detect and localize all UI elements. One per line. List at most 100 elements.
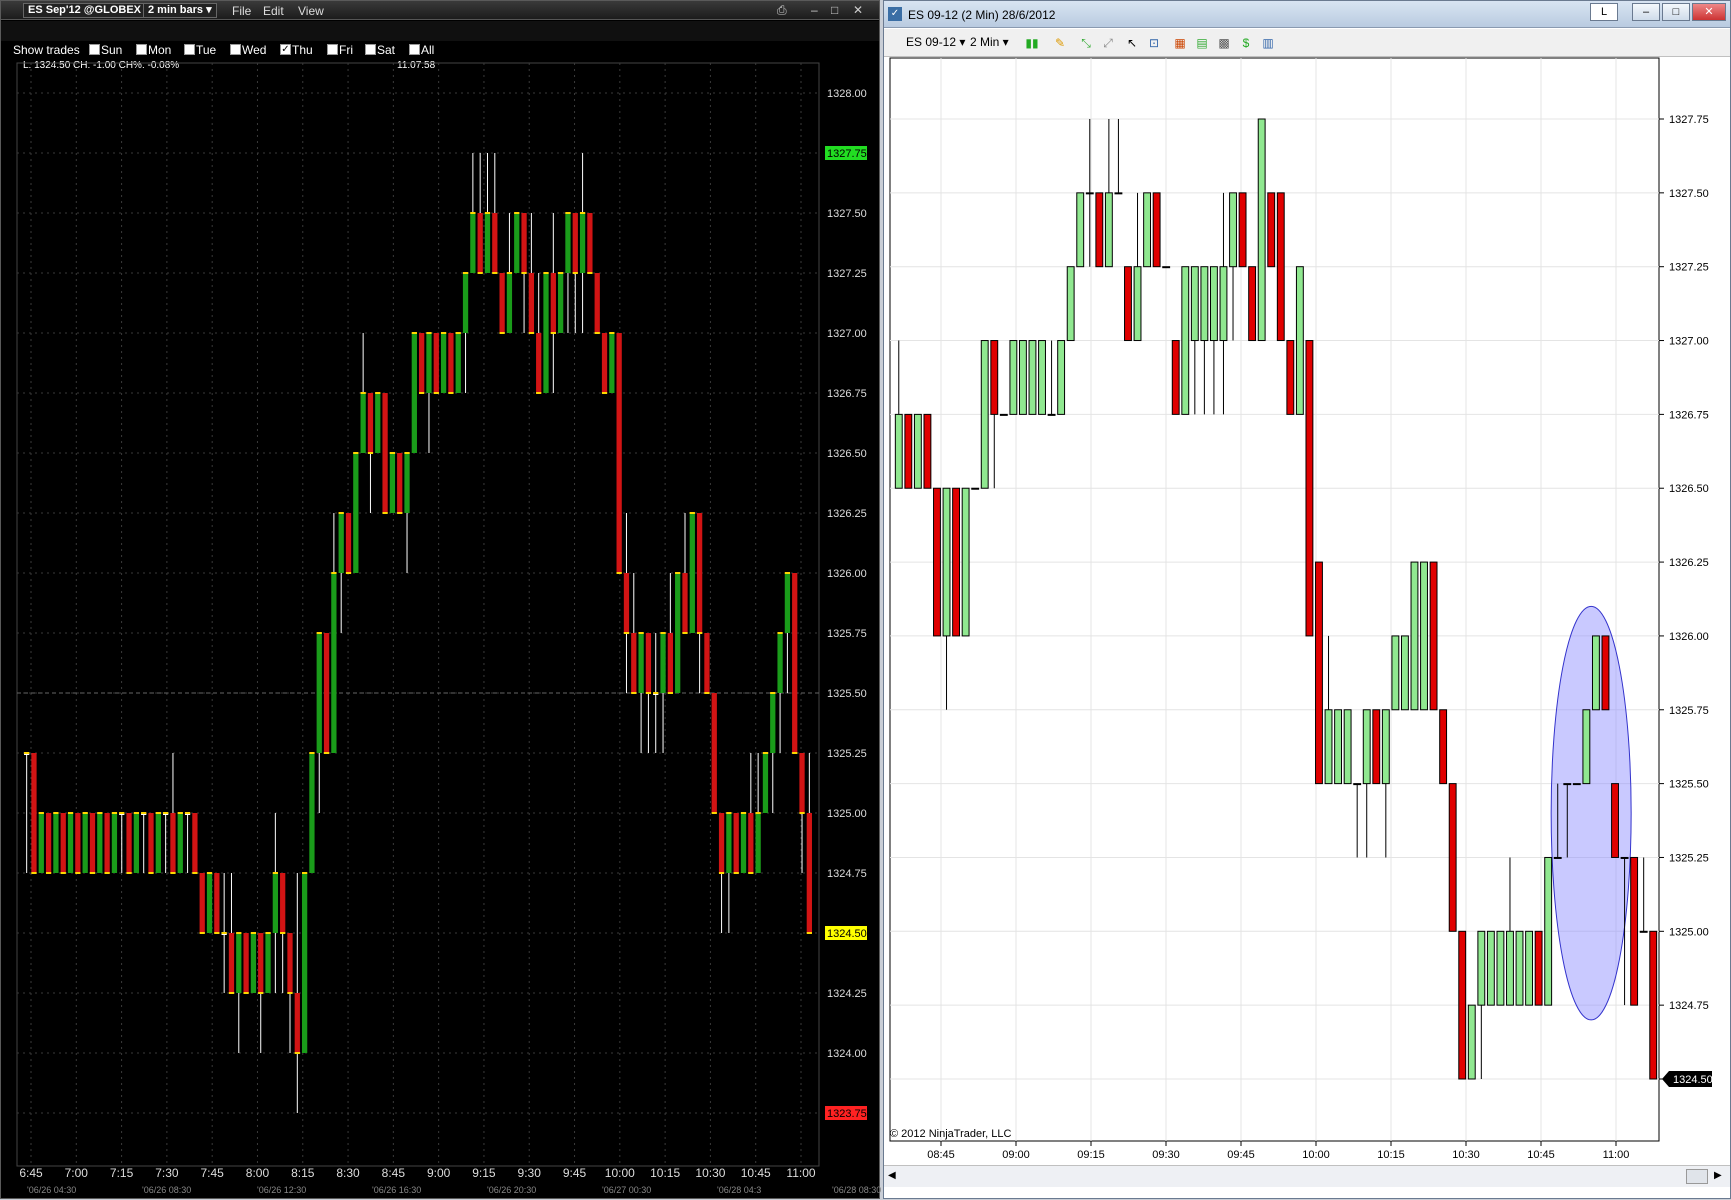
candle-body: [440, 333, 447, 393]
date-label: '06/28 04:3: [717, 1185, 761, 1195]
left-chart-window: ES Sep'12 @GLOBEX ▾ 2 min bars ▾ File Ed…: [0, 0, 881, 1200]
y-tick-label: 1327.75: [1669, 114, 1709, 126]
candle-body: [170, 813, 176, 873]
candle-body: [360, 393, 366, 453]
candle-body: [971, 487, 980, 490]
candle-body: [755, 813, 761, 873]
candle-body: [477, 213, 483, 273]
candle-body: [338, 513, 344, 573]
candle-body: [1563, 783, 1572, 786]
y-tick-label: 1326.00: [827, 568, 867, 580]
candle-body: [514, 213, 520, 273]
candle-body: [999, 413, 1008, 416]
y-tick-label: 1327.50: [1669, 188, 1709, 200]
candle-body: [89, 813, 96, 873]
x-tick-label: 8:30: [336, 1166, 360, 1180]
candle-body: [1515, 930, 1524, 1006]
y-tick-label: 1325.25: [827, 748, 867, 760]
candle-body: [53, 813, 59, 873]
x-tick-label: 09:30: [1152, 1149, 1180, 1161]
candle-body: [448, 333, 454, 393]
price-tag-label: 1327.75: [827, 148, 867, 160]
candle-body: [316, 633, 322, 753]
candle-body: [933, 487, 941, 637]
candle-body: [331, 573, 337, 753]
candle-body: [718, 813, 725, 873]
candle-body: [1085, 192, 1094, 195]
scroll-right-icon[interactable]: ▶: [1714, 1170, 1722, 1181]
candle-body: [470, 213, 476, 273]
candle-body: [258, 933, 264, 993]
x-tick-label: 9:30: [518, 1166, 542, 1180]
candle-body: [1630, 856, 1639, 1006]
candle-body: [762, 753, 769, 813]
x-tick-label: 8:00: [246, 1166, 270, 1180]
candle-body: [1209, 266, 1218, 342]
x-tick-label: 10:45: [741, 1166, 771, 1180]
candle-body: [913, 413, 922, 489]
y-tick-label: 1327.50: [827, 208, 867, 220]
candle-body: [792, 573, 798, 753]
candle-body: [784, 573, 791, 633]
candle-body: [148, 813, 154, 873]
candle-body: [1047, 413, 1056, 416]
candle-body: [711, 693, 717, 813]
y-tick-label: 1326.00: [1669, 631, 1709, 643]
candle-body: [733, 813, 739, 873]
candle-body: [294, 993, 300, 1053]
candle-body: [536, 333, 542, 393]
candle-body: [521, 213, 527, 273]
candle-body: [1372, 709, 1381, 785]
candle-body: [426, 333, 432, 393]
y-tick-label: 1326.25: [827, 508, 867, 520]
left-price-chart[interactable]: 1328.00 1327.75 1327.50 1327.25 1327.00 1326.…: [1, 1, 881, 1200]
candle-body: [1152, 192, 1161, 268]
candle-body: [1429, 561, 1438, 711]
x-tick-label: 9:00: [427, 1166, 451, 1180]
candle-body: [97, 813, 103, 873]
right-price-chart[interactable]: 1327.75 1327.50 1327.25 1327.00 1326.75 1326.…: [884, 1, 1731, 1200]
candle-body: [31, 753, 37, 873]
date-label: '06/26 08:30: [142, 1185, 191, 1195]
y-tick-label: 1325.75: [827, 628, 867, 640]
y-tick-label: 1325.25: [1669, 852, 1709, 864]
candle-body: [1018, 340, 1027, 415]
scroll-left-icon[interactable]: ◀: [888, 1170, 896, 1181]
candle-body: [60, 813, 66, 873]
candle-body: [1391, 635, 1400, 711]
candle-body: [904, 413, 913, 489]
highlight-ellipse: [1550, 605, 1632, 1021]
y-tick-label: 1324.00: [827, 1048, 867, 1060]
candle-body: [799, 753, 805, 813]
candle-body: [1133, 266, 1142, 342]
x-tick-label: 11:00: [786, 1166, 815, 1180]
candle-body: [1439, 709, 1448, 785]
candle-body: [689, 513, 695, 633]
scroll-thumb[interactable]: [1686, 1169, 1708, 1184]
candle-body: [1534, 930, 1543, 1006]
candle-body: [923, 413, 932, 489]
candle-body: [579, 213, 586, 273]
candle-body: [1257, 118, 1266, 342]
candle-body: [345, 513, 352, 573]
candle-body: [1028, 340, 1037, 415]
date-label: '06/26 16:30: [372, 1185, 421, 1195]
candle-body: [616, 333, 622, 573]
candle-body: [111, 813, 118, 873]
candle-body: [704, 633, 710, 693]
x-tick-label: 10:30: [695, 1166, 725, 1180]
candle-body: [645, 633, 652, 693]
x-tick-label: 7:15: [110, 1166, 134, 1180]
candle-body: [601, 333, 608, 393]
y-tick-label: 1328.00: [827, 88, 867, 100]
candle-body: [404, 453, 410, 513]
y-tick-label: 1326.75: [1669, 409, 1709, 421]
date-label: '06/27 00:30: [602, 1185, 651, 1195]
horizontal-scrollbar[interactable]: ◀ ▶: [884, 1165, 1730, 1187]
candle-body: [777, 633, 783, 693]
candle-body: [1324, 709, 1333, 785]
candle-body: [726, 813, 732, 873]
candle-body: [367, 393, 374, 453]
x-tick-label: 8:45: [382, 1166, 406, 1180]
candle-body: [550, 273, 556, 333]
